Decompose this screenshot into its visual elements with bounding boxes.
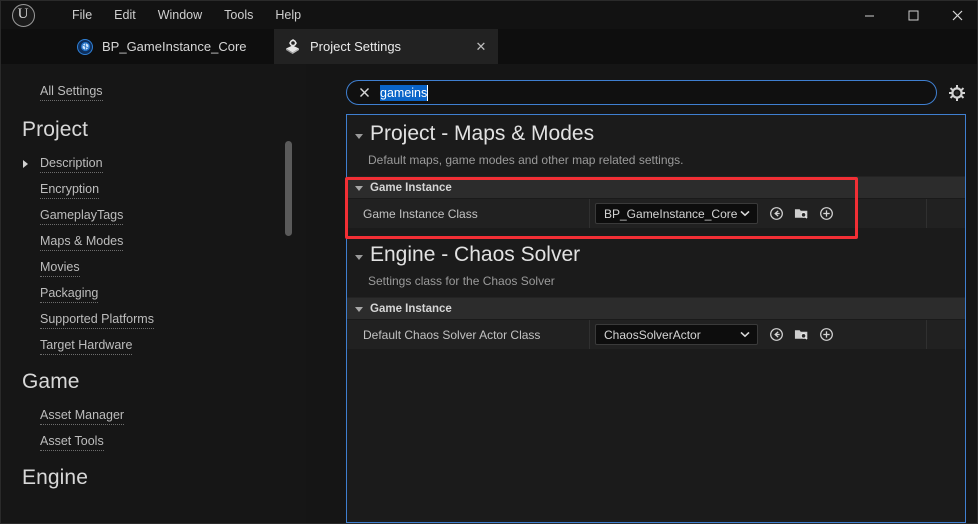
sidebar-item-encryption[interactable]: Encryption [40, 181, 100, 199]
sidebar-item-label: All Settings [40, 83, 103, 101]
dropdown-value: ChaosSolverActor [604, 327, 701, 342]
sidebar-scrollbar-track[interactable] [285, 134, 292, 523]
tab-close-icon[interactable]: ✕ [472, 38, 490, 56]
sidebar-item-label: Encryption [40, 181, 100, 199]
search-input-value: gameins [380, 84, 429, 101]
maximize-button[interactable] [891, 1, 935, 29]
new-asset-icon[interactable] [818, 205, 835, 222]
category-header-chaos-solver[interactable]: Engine - Chaos Solver [347, 236, 965, 274]
unreal-engine-logo-icon: U [1, 1, 45, 29]
column-divider [589, 320, 590, 349]
blueprint-icon [77, 38, 93, 55]
menu-item-window[interactable]: Window [147, 4, 213, 26]
title-bar: U File Edit Window Tools Help [1, 1, 977, 29]
chevron-down-icon[interactable] [355, 255, 363, 260]
window-controls [847, 1, 977, 29]
gear-icon[interactable] [948, 84, 966, 102]
sidebar-item-maps-and-modes[interactable]: Maps & Modes [40, 233, 124, 251]
tab-label: BP_GameInstance_Core [102, 39, 247, 54]
close-button[interactable] [935, 1, 977, 29]
sidebar-item-label: Supported Platforms [40, 311, 154, 329]
menu-bar: File Edit Window Tools Help [61, 1, 312, 29]
column-divider [926, 320, 927, 349]
sidebar-item-target-hardware[interactable]: Target Hardware [40, 337, 133, 355]
column-divider [589, 199, 590, 228]
minimize-button[interactable] [847, 1, 891, 29]
panel-empty-area [347, 349, 965, 509]
settings-content-pane: gameins Project - Maps & Modes Default m… [313, 64, 977, 523]
tab-label: Project Settings [310, 39, 402, 54]
menu-item-file[interactable]: File [61, 4, 103, 26]
sidebar-item-label: Asset Tools [40, 433, 104, 451]
dropdown-value: BP_GameInstance_Core [604, 206, 738, 221]
sidebar-item-all-settings[interactable]: All Settings [40, 83, 103, 101]
sidebar-item-movies[interactable]: Movies [40, 259, 80, 277]
property-action-icons [768, 205, 835, 222]
menu-item-tools[interactable]: Tools [213, 4, 264, 26]
category-header-maps-and-modes[interactable]: Project - Maps & Modes [347, 115, 965, 153]
sidebar-section-engine: Engine [22, 466, 88, 489]
sidebar-item-label: Maps & Modes [40, 233, 124, 251]
sidebar-item-gameplaytags[interactable]: GameplayTags [40, 207, 124, 225]
new-asset-icon[interactable] [818, 326, 835, 343]
sidebar-item-asset-tools[interactable]: Asset Tools [40, 433, 104, 451]
sidebar-item-label: Asset Manager [40, 407, 125, 425]
category-title: Engine - Chaos Solver [370, 243, 581, 266]
project-settings-icon [284, 38, 301, 55]
chevron-down-icon[interactable] [355, 307, 363, 312]
menu-item-help[interactable]: Help [264, 4, 312, 26]
sidebar-item-supported-platforms[interactable]: Supported Platforms [40, 311, 154, 329]
group-header-game-instance[interactable]: Game Instance [347, 176, 965, 198]
unreal-editor-window: U File Edit Window Tools Help BP_GameIns… [0, 0, 978, 524]
sidebar-item-label: Movies [40, 259, 80, 277]
chevron-down-icon [739, 208, 751, 220]
sidebar-item-label: Packaging [40, 285, 99, 303]
property-value: BP_GameInstance_Core [595, 203, 835, 224]
chevron-right-icon [23, 160, 28, 168]
sidebar-scrollbar-thumb[interactable] [285, 141, 292, 236]
property-action-icons [768, 326, 835, 343]
column-divider [926, 199, 927, 228]
group-title: Game Instance [370, 302, 452, 315]
search-input[interactable]: gameins [346, 80, 937, 105]
game-instance-class-dropdown[interactable]: BP_GameInstance_Core [595, 203, 758, 224]
sidebar-section-game: Game [22, 370, 80, 393]
chevron-down-icon [739, 329, 751, 341]
sidebar-item-description[interactable]: Description [23, 155, 103, 173]
category-description: Default maps, game modes and other map r… [347, 153, 965, 176]
property-label: Default Chaos Solver Actor Class [363, 327, 541, 342]
reset-to-default-icon[interactable] [768, 326, 785, 343]
tab-bar: BP_GameInstance_Core Project Settings ✕ [1, 29, 977, 64]
chevron-down-icon[interactable] [355, 186, 363, 191]
menu-item-edit[interactable]: Edit [103, 4, 147, 26]
group-header-game-instance-2[interactable]: Game Instance [347, 297, 965, 319]
browse-asset-icon[interactable] [793, 326, 810, 343]
property-value: ChaosSolverActor [595, 324, 835, 345]
tab-project-settings[interactable]: Project Settings ✕ [274, 29, 498, 64]
property-label: Game Instance Class [363, 206, 478, 221]
sidebar-section-project: Project [22, 118, 89, 141]
chevron-down-icon[interactable] [355, 134, 363, 139]
sidebar-item-asset-manager[interactable]: Asset Manager [40, 407, 125, 425]
sidebar-item-label: GameplayTags [40, 207, 124, 225]
category-title: Project - Maps & Modes [370, 122, 595, 145]
default-chaos-solver-actor-class-dropdown[interactable]: ChaosSolverActor [595, 324, 758, 345]
property-row-default-chaos-solver-actor-class: Default Chaos Solver Actor Class ChaosSo… [347, 319, 965, 349]
group-title: Game Instance [370, 181, 452, 194]
reset-to-default-icon[interactable] [768, 205, 785, 222]
tab-bp-gameinstance-core[interactable]: BP_GameInstance_Core [69, 29, 257, 64]
category-description: Settings class for the Chaos Solver [347, 274, 965, 297]
sidebar-item-label: Description [40, 155, 103, 173]
sidebar-item-packaging[interactable]: Packaging [40, 285, 99, 303]
sidebar-item-label: Target Hardware [40, 337, 133, 355]
settings-sidebar: All Settings Project Description Encrypt… [2, 64, 306, 523]
browse-asset-icon[interactable] [793, 205, 810, 222]
property-row-game-instance-class: Game Instance Class BP_GameInstance_Core [347, 198, 965, 228]
panel-spacer [347, 228, 965, 236]
settings-panel: Project - Maps & Modes Default maps, gam… [346, 114, 966, 523]
close-icon[interactable] [357, 85, 372, 100]
search-row: gameins [346, 80, 966, 105]
